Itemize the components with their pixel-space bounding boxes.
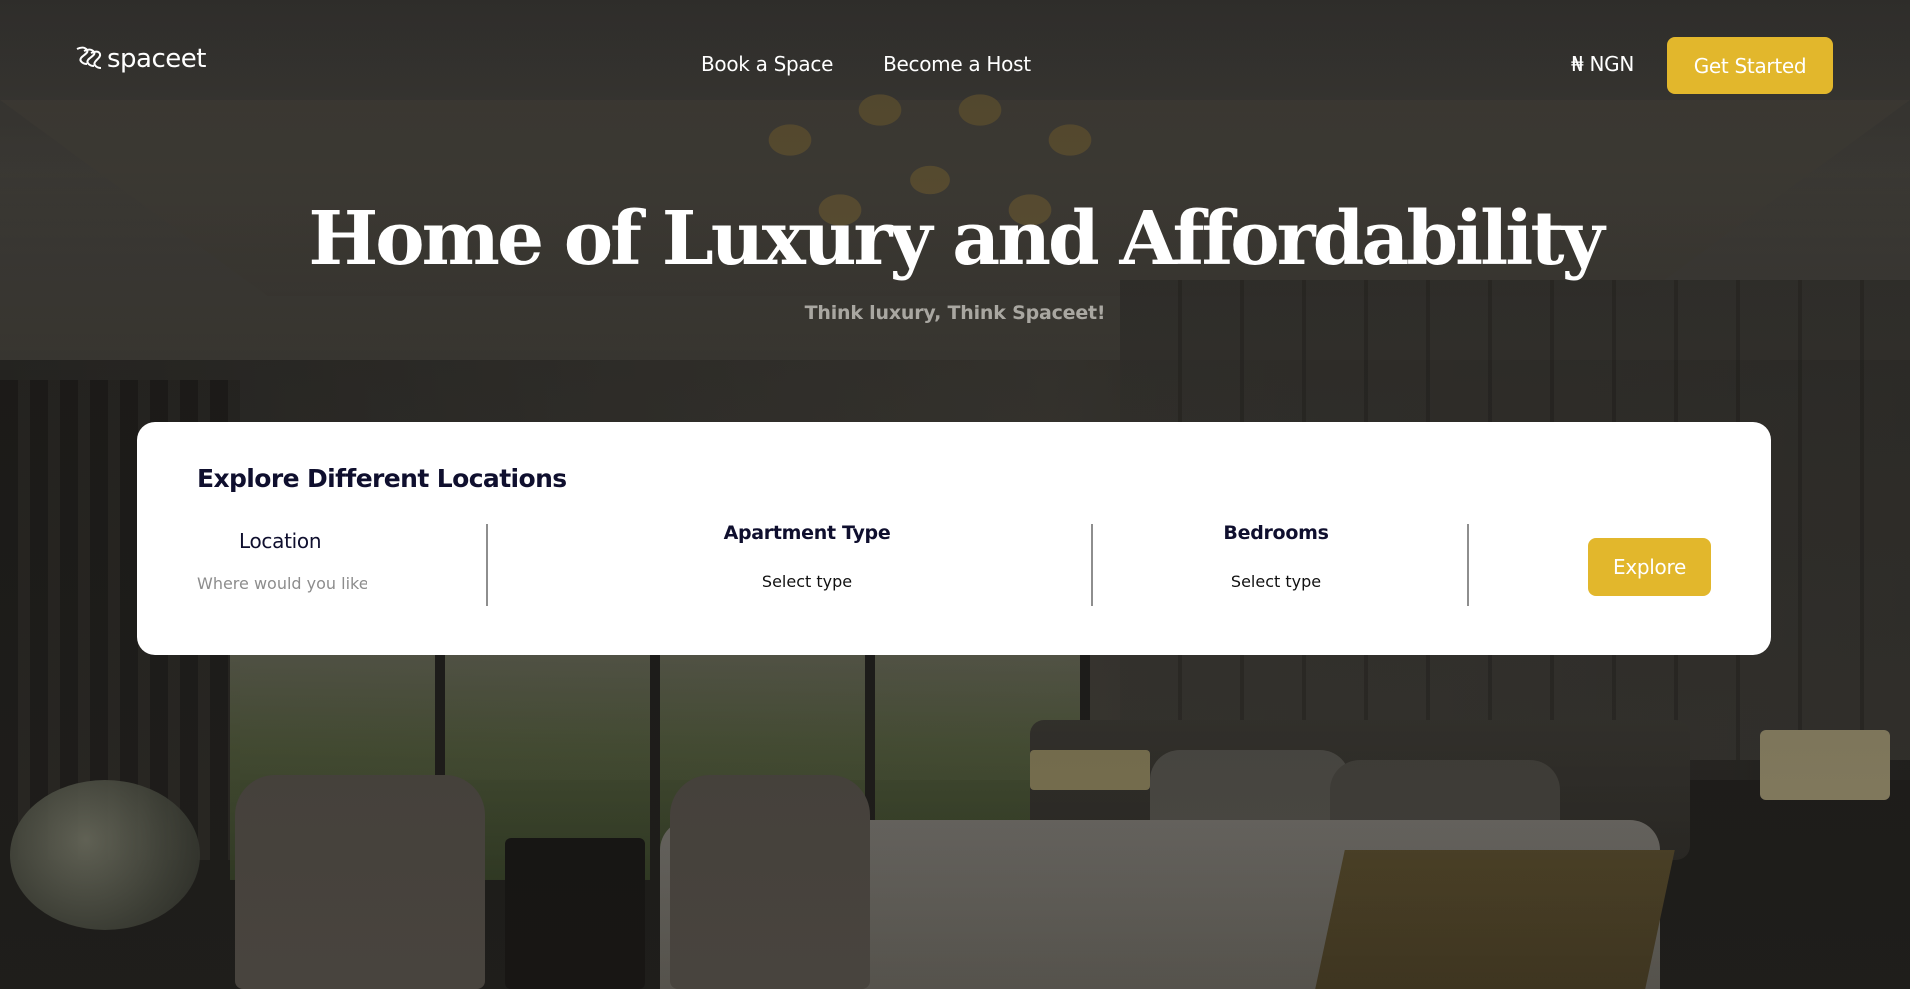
bedrooms-select[interactable]: Select type	[1176, 572, 1376, 598]
main-nav: Book a Space Become a Host	[701, 52, 1031, 76]
get-started-button[interactable]: Get Started	[1667, 37, 1833, 94]
field-divider	[486, 524, 488, 606]
location-label: Location	[239, 529, 322, 553]
site-header: spaceet Book a Space Become a Host ₦ NGN…	[0, 0, 1910, 110]
nav-book-a-space[interactable]: Book a Space	[701, 52, 833, 76]
currency-selector[interactable]: ₦ NGN	[1571, 52, 1634, 76]
search-card-title: Explore Different Locations	[197, 464, 567, 493]
apartment-type-select[interactable]: Select type	[707, 572, 907, 598]
field-divider	[1467, 524, 1469, 606]
bedrooms-label: Bedrooms	[1223, 522, 1329, 544]
location-input[interactable]	[197, 571, 367, 595]
search-card: Explore Different Locations Location Apa…	[137, 422, 1771, 655]
hero-subtitle: Think luxury, Think Spaceet!	[804, 302, 1106, 324]
apartment-type-label: Apartment Type	[723, 522, 891, 544]
hero-title: Home of Luxury and Affordability	[308, 196, 1604, 282]
explore-button[interactable]: Explore	[1588, 538, 1711, 596]
logo-mark-icon	[76, 46, 102, 69]
nav-become-a-host[interactable]: Become a Host	[883, 52, 1031, 76]
brand-name: spaceet	[107, 44, 206, 74]
brand-logo[interactable]: spaceet	[73, 44, 206, 74]
field-divider	[1091, 524, 1093, 606]
